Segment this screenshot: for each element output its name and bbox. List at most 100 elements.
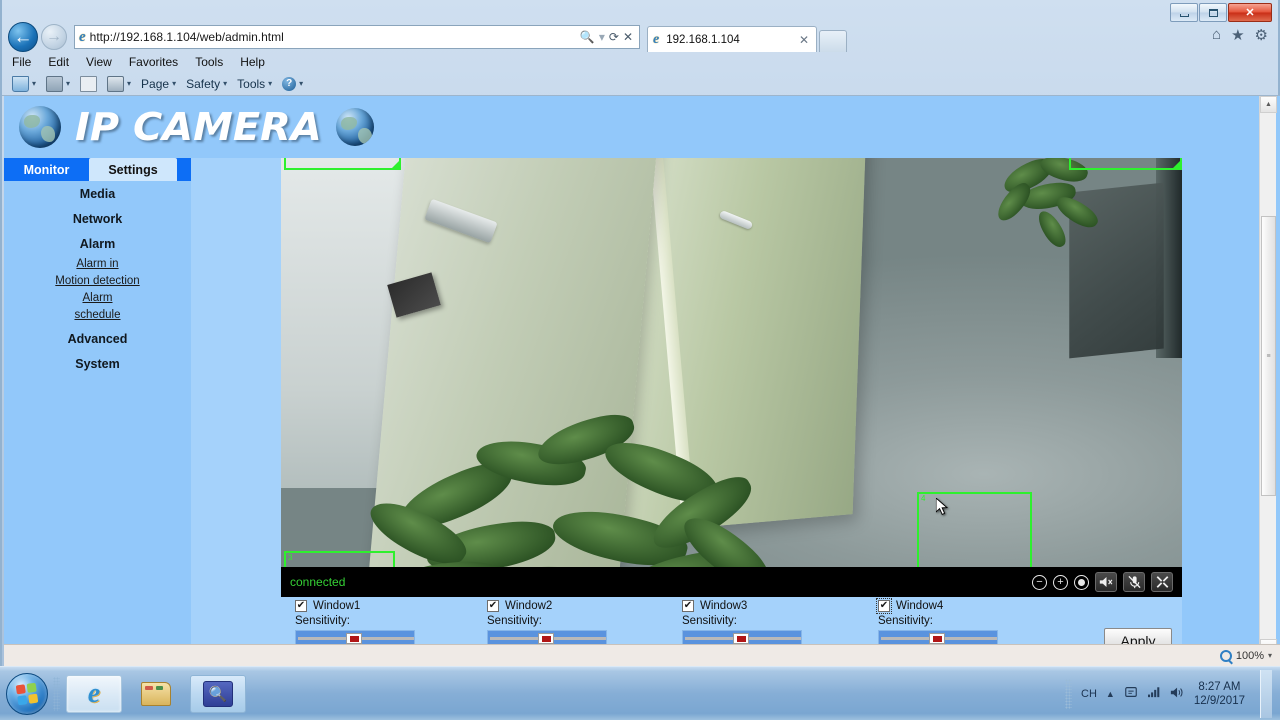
menu-item-view[interactable]: View bbox=[86, 55, 112, 69]
sidebar-item-advanced[interactable]: Advanced bbox=[4, 324, 191, 351]
zoom-out-icon[interactable]: − bbox=[1032, 574, 1047, 590]
window3-sensitivity-slider[interactable] bbox=[682, 630, 802, 645]
record-icon[interactable] bbox=[1074, 574, 1089, 590]
sidebar-item-network[interactable]: Network bbox=[4, 206, 191, 231]
taskbar-grip[interactable] bbox=[53, 676, 60, 711]
browser-tab[interactable]: e 192.168.1.104 ✕ bbox=[647, 26, 817, 52]
window1-sensitivity-slider[interactable] bbox=[295, 630, 415, 645]
window2-sensitivity-slider[interactable] bbox=[487, 630, 607, 645]
address-bar[interactable]: e http://192.168.1.104/web/admin.html 🔍 … bbox=[74, 25, 640, 49]
video-player[interactable]: 1 2 3 4 bbox=[281, 158, 1182, 597]
volume-icon[interactable] bbox=[1170, 686, 1185, 702]
resize-grip-icon[interactable] bbox=[1173, 161, 1180, 168]
motion-window-1[interactable]: 1 bbox=[284, 158, 401, 170]
cmd-print[interactable]: ▾ bbox=[105, 75, 133, 92]
tab-strip: e 192.168.1.104 ✕ bbox=[647, 26, 847, 52]
menu-item-help[interactable]: Help bbox=[240, 55, 265, 69]
sidebar-link-motion-detection[interactable]: Motion detection bbox=[4, 273, 191, 290]
mic-mute-icon[interactable] bbox=[1123, 572, 1145, 592]
motion-window-2[interactable]: 2 bbox=[1069, 158, 1182, 170]
search-dropdown-icon[interactable]: ▾ bbox=[599, 30, 605, 44]
menu-item-tools[interactable]: Tools bbox=[195, 55, 223, 69]
start-button[interactable] bbox=[6, 672, 48, 715]
home-icon[interactable]: ⌂ bbox=[1212, 26, 1221, 44]
window-controls: ✕ bbox=[1170, 3, 1272, 22]
menu-item-edit[interactable]: Edit bbox=[48, 55, 69, 69]
tray-grip[interactable] bbox=[1065, 678, 1073, 709]
window4-checkbox-row[interactable]: ✔ Window4 bbox=[876, 598, 1078, 614]
speaker-mute-icon[interactable] bbox=[1095, 572, 1117, 592]
scrollbar-thumb[interactable]: ≡ bbox=[1261, 216, 1276, 496]
chevron-down-icon[interactable]: ▾ bbox=[127, 79, 131, 88]
search-icon[interactable]: 🔍 bbox=[580, 30, 595, 44]
command-bar: ▾ ▾ ▾ Page ▾ Safety ▾ Tools ▾ ? ▾ bbox=[2, 72, 1280, 96]
tab-close-icon[interactable]: ✕ bbox=[796, 33, 812, 47]
chevron-down-icon[interactable]: ▾ bbox=[172, 79, 176, 88]
taskbar-file-explorer[interactable] bbox=[128, 675, 184, 713]
window4-checkbox[interactable]: ✔ bbox=[876, 598, 892, 614]
show-desktop-button[interactable] bbox=[1260, 669, 1272, 718]
window2-column: ✔ Window2 Sensitivity: bbox=[487, 600, 687, 645]
taskbar-clock[interactable]: 8:27 AM 12/9/2017 bbox=[1194, 680, 1245, 708]
maximize-restore-button[interactable] bbox=[1199, 3, 1227, 22]
menu-item-file[interactable]: File bbox=[12, 55, 31, 69]
window3-checkbox-row[interactable]: ✔ Window3 bbox=[682, 600, 882, 612]
sidebar-item-system[interactable]: System bbox=[4, 351, 191, 376]
cmd-safety[interactable]: Safety ▾ bbox=[184, 77, 229, 91]
chevron-down-icon[interactable]: ▾ bbox=[299, 79, 303, 88]
window1-checkbox-row[interactable]: ✔ Window1 bbox=[295, 600, 495, 612]
sidebar-link-alarm[interactable]: Alarm bbox=[4, 290, 191, 307]
tab-monitor[interactable]: Monitor bbox=[4, 158, 89, 181]
language-indicator[interactable]: CH bbox=[1081, 688, 1097, 700]
sidebar-link-alarm-in[interactable]: Alarm in bbox=[4, 256, 191, 273]
back-button[interactable]: ← bbox=[8, 22, 38, 52]
plant-decor bbox=[991, 158, 1122, 268]
menu-item-favorites[interactable]: Favorites bbox=[129, 55, 178, 69]
system-tray: CH ▲ 8:27 AM 12/9/2017 bbox=[1065, 669, 1280, 718]
tools-wrench-icon[interactable] bbox=[1151, 572, 1173, 592]
window2-checkbox[interactable]: ✔ bbox=[487, 600, 499, 612]
minimize-button[interactable] bbox=[1170, 3, 1198, 22]
chevron-down-icon[interactable]: ▾ bbox=[66, 79, 70, 88]
taskbar-internet-explorer[interactable]: e bbox=[66, 674, 122, 713]
window1-checkbox[interactable]: ✔ bbox=[295, 600, 307, 612]
cmd-home[interactable]: ▾ bbox=[10, 75, 38, 92]
action-center-icon[interactable] bbox=[1124, 685, 1138, 702]
page-scrollbar[interactable]: ▲ ≡ ▼ bbox=[1259, 96, 1277, 656]
camera-feed-image bbox=[281, 158, 1182, 597]
slider-thumb[interactable] bbox=[346, 633, 362, 644]
sidebar-link-schedule[interactable]: schedule bbox=[4, 307, 191, 324]
show-hidden-icons-icon[interactable]: ▲ bbox=[1106, 689, 1115, 699]
chevron-down-icon[interactable]: ▾ bbox=[268, 79, 272, 88]
tab-settings[interactable]: Settings bbox=[89, 158, 177, 181]
forward-button[interactable]: → bbox=[41, 24, 67, 50]
chevron-down-icon[interactable]: ▾ bbox=[32, 79, 36, 88]
zoom-in-icon[interactable]: + bbox=[1053, 574, 1068, 590]
chevron-down-icon[interactable]: ▾ bbox=[223, 79, 227, 88]
resize-grip-icon[interactable] bbox=[392, 161, 399, 168]
sidebar-item-media[interactable]: Media bbox=[4, 181, 191, 206]
cmd-read-mail[interactable] bbox=[78, 75, 99, 92]
network-signal-icon[interactable] bbox=[1147, 686, 1161, 701]
window4-sensitivity-slider[interactable] bbox=[878, 630, 998, 645]
sidebar-item-alarm[interactable]: Alarm bbox=[4, 231, 191, 256]
new-tab-button[interactable] bbox=[819, 30, 847, 52]
taskbar-search-app[interactable]: 🔍 bbox=[190, 674, 246, 713]
zoom-dropdown-icon[interactable]: ▾ bbox=[1268, 651, 1272, 660]
cmd-page[interactable]: Page ▾ bbox=[139, 77, 178, 91]
window3-checkbox[interactable]: ✔ bbox=[682, 600, 694, 612]
globe-icon bbox=[335, 108, 374, 146]
slider-thumb[interactable] bbox=[733, 633, 749, 644]
refresh-icon[interactable]: ⟳ bbox=[609, 30, 619, 44]
scroll-up-arrow-icon[interactable]: ▲ bbox=[1260, 96, 1277, 113]
cmd-help[interactable]: ? ▾ bbox=[280, 76, 305, 91]
stop-icon[interactable]: ✕ bbox=[623, 30, 633, 44]
favorites-star-icon[interactable]: ★ bbox=[1231, 26, 1244, 44]
cmd-tools[interactable]: Tools ▾ bbox=[235, 77, 274, 91]
cmd-feeds[interactable]: ▾ bbox=[44, 75, 72, 92]
close-button[interactable]: ✕ bbox=[1228, 3, 1272, 22]
slider-thumb[interactable] bbox=[538, 633, 554, 644]
slider-thumb[interactable] bbox=[929, 633, 945, 644]
window2-checkbox-row[interactable]: ✔ Window2 bbox=[487, 600, 687, 612]
gear-icon[interactable]: ⚙ bbox=[1255, 26, 1268, 44]
